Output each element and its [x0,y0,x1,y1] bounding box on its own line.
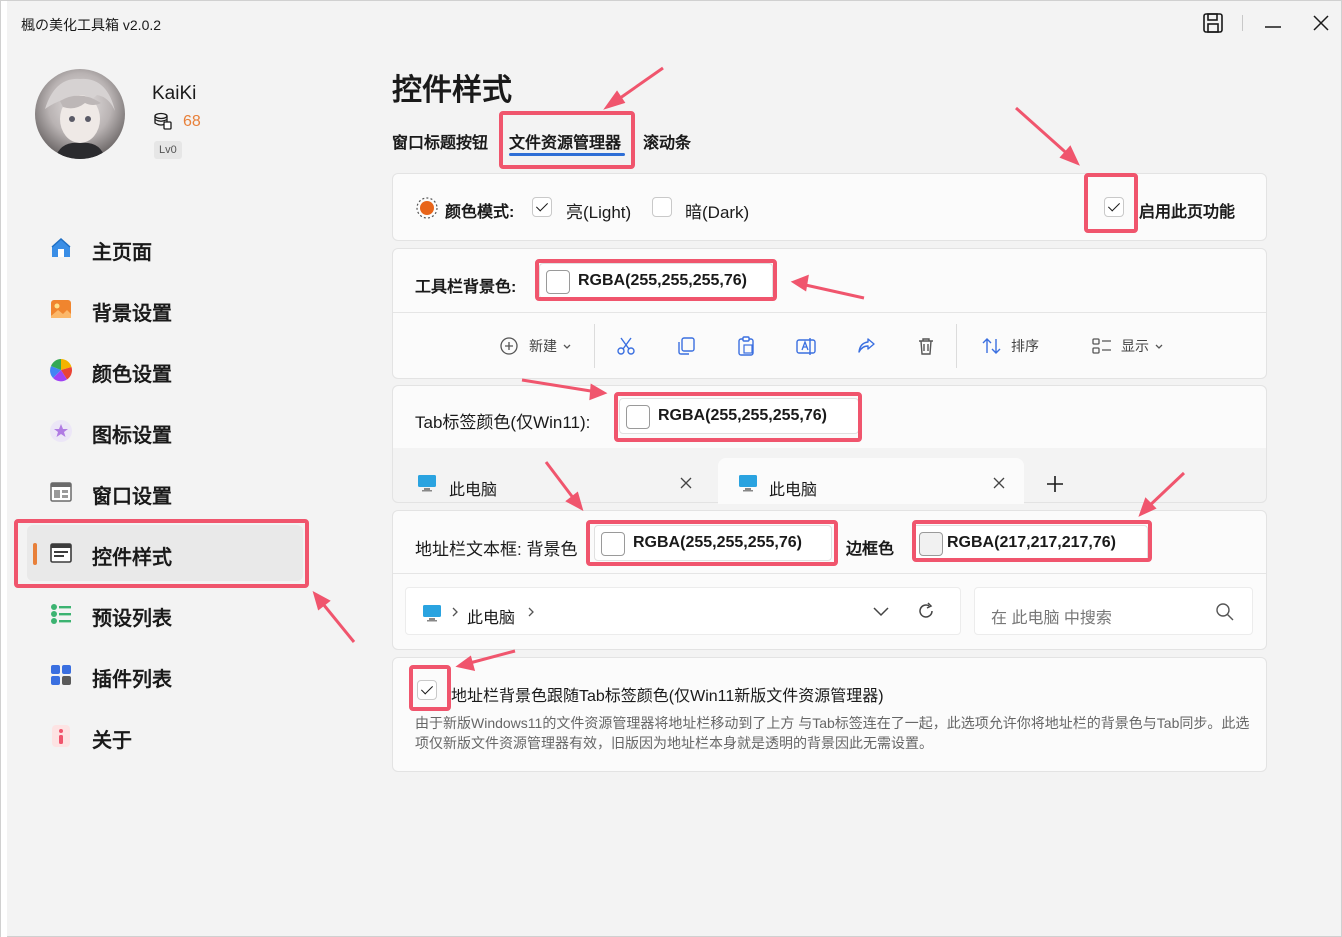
app-window: 楓の美化工具箱 v2.0.2 KaiKi 68 Lv0 主页面 背景设置 颜色设… [0,0,1342,937]
annotation-arrows [312,66,1186,671]
